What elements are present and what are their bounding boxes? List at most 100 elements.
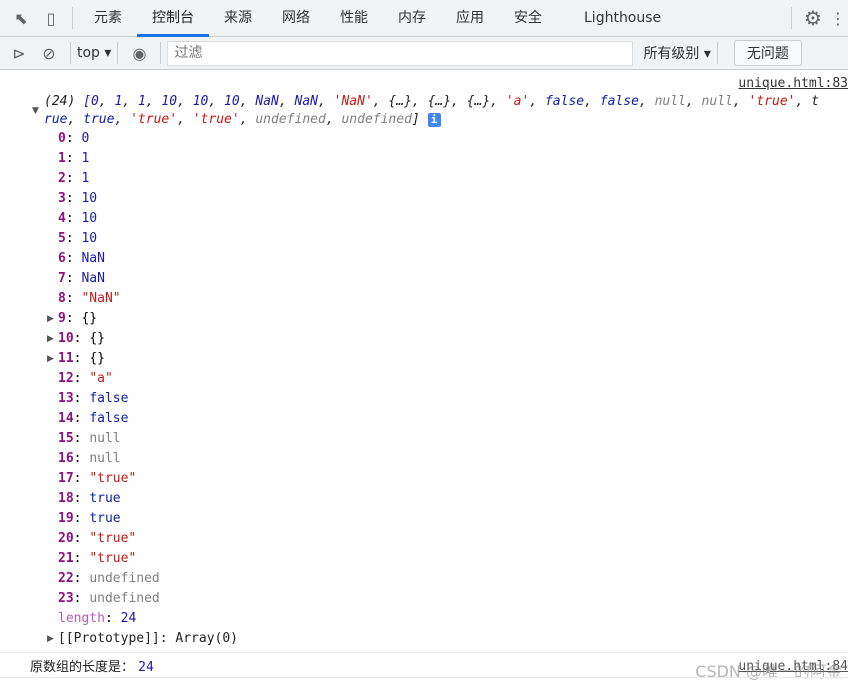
summary-token: rue xyxy=(44,112,68,127)
array-summary-line1[interactable]: (24) [0, 1, 1, 10, 10, 10, NaN, NaN, 'Na… xyxy=(44,93,848,111)
clear-console-icon[interactable]: ⊘ xyxy=(34,38,64,68)
summary-token: [0 xyxy=(83,94,99,109)
summary-token: , xyxy=(732,94,749,109)
gear-icon[interactable]: ⚙ xyxy=(798,3,828,33)
item-value: {} xyxy=(81,311,98,326)
item-index: 5 xyxy=(58,231,66,246)
item-index: 9 xyxy=(58,311,66,326)
summary-token: , xyxy=(177,112,193,127)
item-index: 10 xyxy=(58,331,74,346)
summary-token: , xyxy=(529,94,545,109)
array-item: 18: true xyxy=(58,491,121,506)
array-item[interactable]: 11: {} xyxy=(58,349,105,369)
inspect-element-icon[interactable]: ⬉ xyxy=(6,3,36,33)
array-item[interactable]: 10: {} xyxy=(58,329,105,349)
item-index: 13 xyxy=(58,391,74,406)
item-value: true xyxy=(89,511,121,526)
item-index: 7 xyxy=(58,271,66,286)
source-link[interactable]: unique.html:83 xyxy=(738,76,848,91)
tab-8[interactable]: Lighthouse xyxy=(569,0,676,37)
divider xyxy=(160,42,162,64)
summary-token: NaN xyxy=(294,94,318,109)
summary-token: 'true' xyxy=(130,112,178,127)
summary-token: , xyxy=(239,112,256,127)
item-index: 20 xyxy=(58,531,74,546)
item-value: {} xyxy=(89,331,105,346)
length-key: length xyxy=(58,611,105,626)
array-count: (24) xyxy=(44,94,76,109)
expand-triangle-icon[interactable]: ▶ xyxy=(47,334,54,344)
summary-token: , xyxy=(177,94,193,109)
summary-token: 'a' xyxy=(505,94,530,109)
item-value: "a" xyxy=(89,371,113,386)
log-levels-dropdown[interactable]: 所有级别 ▾ xyxy=(643,43,710,63)
context-value: top xyxy=(77,45,100,61)
tab-3[interactable]: 网络 xyxy=(267,0,325,37)
summary-token: , xyxy=(208,94,225,109)
tab-7[interactable]: 安全 xyxy=(499,0,557,37)
summary-token: , xyxy=(67,112,84,127)
length-property: length: 24 xyxy=(58,611,137,626)
expand-triangle-icon[interactable]: ▶ xyxy=(47,314,54,324)
divider xyxy=(72,7,73,29)
summary-token: true xyxy=(83,112,115,127)
expand-triangle-icon[interactable]: ▶ xyxy=(47,354,54,364)
issues-button[interactable]: 无问题 xyxy=(733,40,802,66)
more-menu-icon[interactable]: ⋮ xyxy=(828,3,848,33)
summary-token: 'true' xyxy=(192,112,240,127)
summary-token: 10 xyxy=(224,94,240,109)
array-item: 5: 10 xyxy=(58,231,98,246)
eye-icon[interactable]: ◉ xyxy=(124,38,154,68)
sidebar-toggle-icon[interactable]: ⊳ xyxy=(4,38,34,68)
summary-token: 'true' xyxy=(748,94,796,109)
tab-1[interactable]: 控制台 xyxy=(137,0,209,37)
summary-token: , xyxy=(317,94,334,109)
tab-4[interactable]: 性能 xyxy=(325,0,383,37)
collapse-triangle-icon[interactable]: ▼ xyxy=(32,106,39,116)
summary-token: ] xyxy=(411,112,420,127)
prototype-property[interactable]: [[Prototype]]: Array(0) xyxy=(58,629,238,649)
item-index: 14 xyxy=(58,411,74,426)
info-icon[interactable]: i xyxy=(427,112,441,127)
item-index: 0 xyxy=(58,131,66,146)
array-summary-line2: rue, true, 'true', 'true', undefined, un… xyxy=(44,111,441,129)
tab-5[interactable]: 内存 xyxy=(383,0,441,37)
summary-token: 10 xyxy=(161,94,178,109)
summary-token: false xyxy=(544,94,585,109)
array-item[interactable]: 9: {} xyxy=(58,309,97,329)
item-value: NaN xyxy=(81,271,105,286)
summary-token: null xyxy=(701,94,733,109)
item-value: "true" xyxy=(89,531,137,546)
array-item: 20: "true" xyxy=(58,531,137,546)
array-item: 7: NaN xyxy=(58,271,105,286)
tab-6[interactable]: 应用 xyxy=(441,0,499,37)
context-selector[interactable]: top ▾ xyxy=(77,45,111,61)
device-toolbar-icon[interactable]: ▯ xyxy=(36,3,66,33)
divider xyxy=(70,42,71,64)
item-value: {} xyxy=(89,351,105,366)
item-index: 18 xyxy=(58,491,74,506)
item-index: 17 xyxy=(58,471,74,486)
item-value: "NaN" xyxy=(81,291,121,306)
tab-2[interactable]: 来源 xyxy=(209,0,267,37)
item-index: 15 xyxy=(58,431,74,446)
array-item: 23: undefined xyxy=(58,591,160,606)
log-value: 24 xyxy=(138,660,154,675)
item-index: 23 xyxy=(58,591,74,606)
item-value: NaN xyxy=(81,251,105,266)
item-index: 22 xyxy=(58,571,74,586)
item-value: null xyxy=(89,451,121,466)
tab-0[interactable]: 元素 xyxy=(79,0,137,37)
array-item: 19: true xyxy=(58,511,121,526)
summary-token: , xyxy=(278,94,295,109)
filter-input[interactable] xyxy=(167,40,634,66)
summary-token: NaN xyxy=(255,94,279,109)
item-value: 10 xyxy=(81,211,98,226)
item-index: 1 xyxy=(58,151,66,166)
summary-token: , {…}, {…}, {…}, xyxy=(372,94,506,109)
array-item: 17: "true" xyxy=(58,471,137,486)
divider xyxy=(716,42,718,64)
array-item: 4: 10 xyxy=(58,211,98,226)
array-item: 16: null xyxy=(58,451,121,466)
expand-triangle-icon[interactable]: ▶ xyxy=(47,634,54,644)
